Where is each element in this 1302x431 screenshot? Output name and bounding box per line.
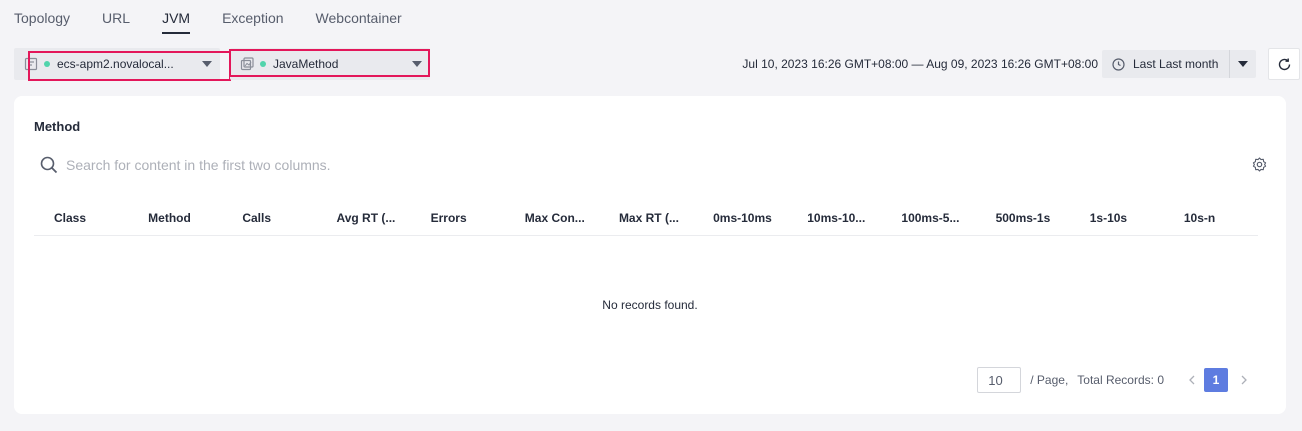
- next-page-icon[interactable]: [1232, 368, 1256, 392]
- tab-url[interactable]: URL: [102, 0, 130, 36]
- chevron-down-icon: [1238, 61, 1248, 67]
- time-range-select[interactable]: Last Last month: [1102, 50, 1256, 78]
- refresh-icon: [1278, 58, 1290, 70]
- server-icon: [24, 57, 38, 71]
- column-header-0ms-10ms[interactable]: 0ms-10ms: [693, 211, 787, 225]
- column-header-calls[interactable]: Calls: [222, 211, 316, 225]
- tab-jvm[interactable]: JVM: [162, 0, 191, 36]
- pagination: 10 / Page, Total Records: 0 1: [977, 367, 1256, 393]
- chevron-down-icon: [412, 61, 422, 67]
- card-title: Method: [34, 119, 81, 134]
- per-page-label: / Page,: [1030, 373, 1069, 387]
- divider: [1229, 50, 1230, 78]
- column-header-max-rt[interactable]: Max RT (...: [599, 211, 693, 225]
- page-button-current[interactable]: 1: [1204, 368, 1228, 392]
- search-input[interactable]: [66, 157, 466, 173]
- status-dot: [44, 61, 50, 67]
- empty-state-text: No records found.: [602, 298, 698, 312]
- column-header-avg-rt[interactable]: Avg RT (...: [316, 211, 410, 225]
- clock-icon: [1112, 57, 1125, 71]
- column-header-method[interactable]: Method: [128, 211, 222, 225]
- search-bar: [40, 154, 466, 176]
- time-range-text: Jul 10, 2023 16:26 GMT+08:00 — Aug 09, 2…: [742, 57, 1098, 71]
- toolbar: ecs-apm2.novalocal... JavaMethod Jul 10,…: [14, 48, 1300, 81]
- column-header-max-concurrency[interactable]: Max Con...: [505, 211, 599, 225]
- column-header-100ms-500ms[interactable]: 100ms-5...: [881, 211, 975, 225]
- component-select-value: JavaMethod: [273, 57, 339, 71]
- gear-icon[interactable]: [1252, 157, 1267, 172]
- tab-exception[interactable]: Exception: [222, 0, 283, 36]
- time-range-label: Last Last month: [1133, 57, 1219, 71]
- tab-bar: Topology URL JVM Exception Webcontainer: [14, 0, 434, 36]
- column-header-10s-n[interactable]: 10s-n: [1164, 211, 1258, 225]
- status-dot: [260, 61, 266, 67]
- chevron-down-icon: [202, 61, 212, 67]
- tab-webcontainer[interactable]: Webcontainer: [316, 0, 402, 36]
- tab-topology[interactable]: Topology: [14, 0, 70, 36]
- app-select-value: ecs-apm2.novalocal...: [57, 57, 174, 71]
- column-header-class[interactable]: Class: [34, 211, 128, 225]
- refresh-button[interactable]: [1268, 48, 1300, 80]
- total-records: Total Records: 0: [1077, 373, 1164, 387]
- column-header-1s-10s[interactable]: 1s-10s: [1070, 211, 1164, 225]
- app-select[interactable]: ecs-apm2.novalocal...: [14, 48, 220, 80]
- page-size-input[interactable]: 10: [977, 367, 1022, 393]
- column-header-500ms-1s[interactable]: 500ms-1s: [976, 211, 1070, 225]
- prev-page-icon[interactable]: [1180, 368, 1204, 392]
- component-select[interactable]: JavaMethod: [230, 48, 430, 80]
- search-icon: [40, 156, 58, 174]
- table-header: Class Method Calls Avg RT (... Errors Ma…: [34, 200, 1258, 236]
- column-header-errors[interactable]: Errors: [411, 211, 505, 225]
- method-card: Method Class Method Calls Avg RT (... Er…: [14, 96, 1286, 414]
- column-header-10ms-100ms[interactable]: 10ms-10...: [787, 211, 881, 225]
- component-icon: [240, 57, 254, 71]
